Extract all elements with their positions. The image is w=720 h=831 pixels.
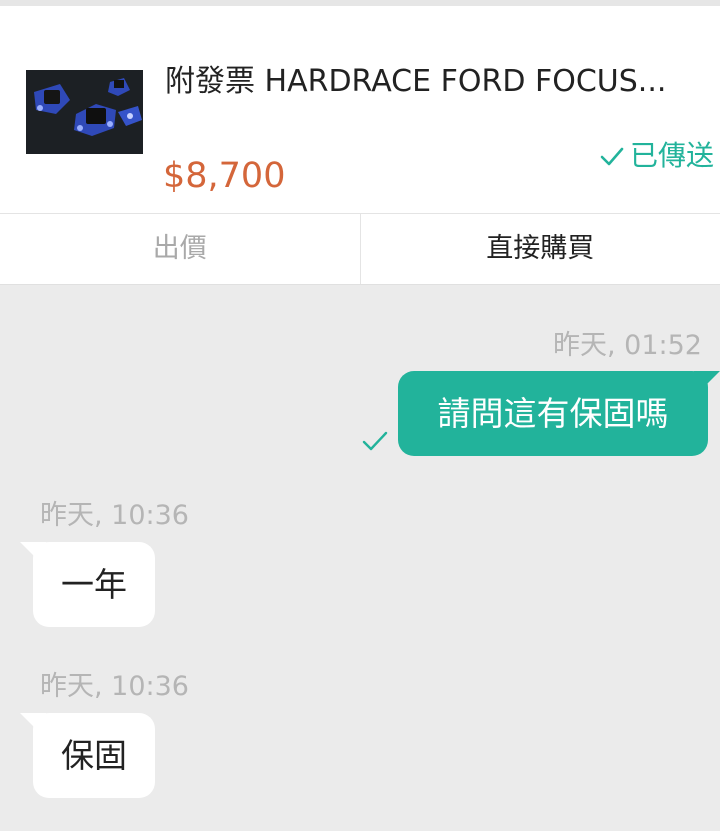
product-card[interactable]: 附發票 HARDRACE FORD FOCUS... $8,700 已傳送 [0,6,720,214]
message-timestamp: 昨天, 01:52 [553,330,702,361]
message-timestamp: 昨天, 10:36 [40,500,189,531]
product-price: $8,700 [163,156,286,196]
product-title[interactable]: 附發票 HARDRACE FORD FOCUS... [165,62,705,102]
sent-status-label: 已傳送 [629,139,714,172]
action-bar: 出價 直接購買 [0,214,720,285]
outgoing-message-bubble[interactable]: 請問這有保固嗎 [398,371,708,456]
product-thumbnail[interactable] [26,70,143,154]
message-text: 一年 [61,564,127,604]
message-text: 請問這有保固嗎 [437,393,669,433]
message-timestamp: 昨天, 10:36 [40,671,189,702]
check-icon [362,431,388,451]
incoming-message-bubble[interactable]: 保固 [33,713,155,798]
incoming-message-bubble[interactable]: 一年 [33,542,155,627]
buy-now-button[interactable]: 直接購買 [361,214,720,284]
offer-button[interactable]: 出價 [0,214,361,284]
message-text: 保固 [61,735,127,775]
sent-status: 已傳送 [598,138,714,174]
check-icon [600,147,624,166]
